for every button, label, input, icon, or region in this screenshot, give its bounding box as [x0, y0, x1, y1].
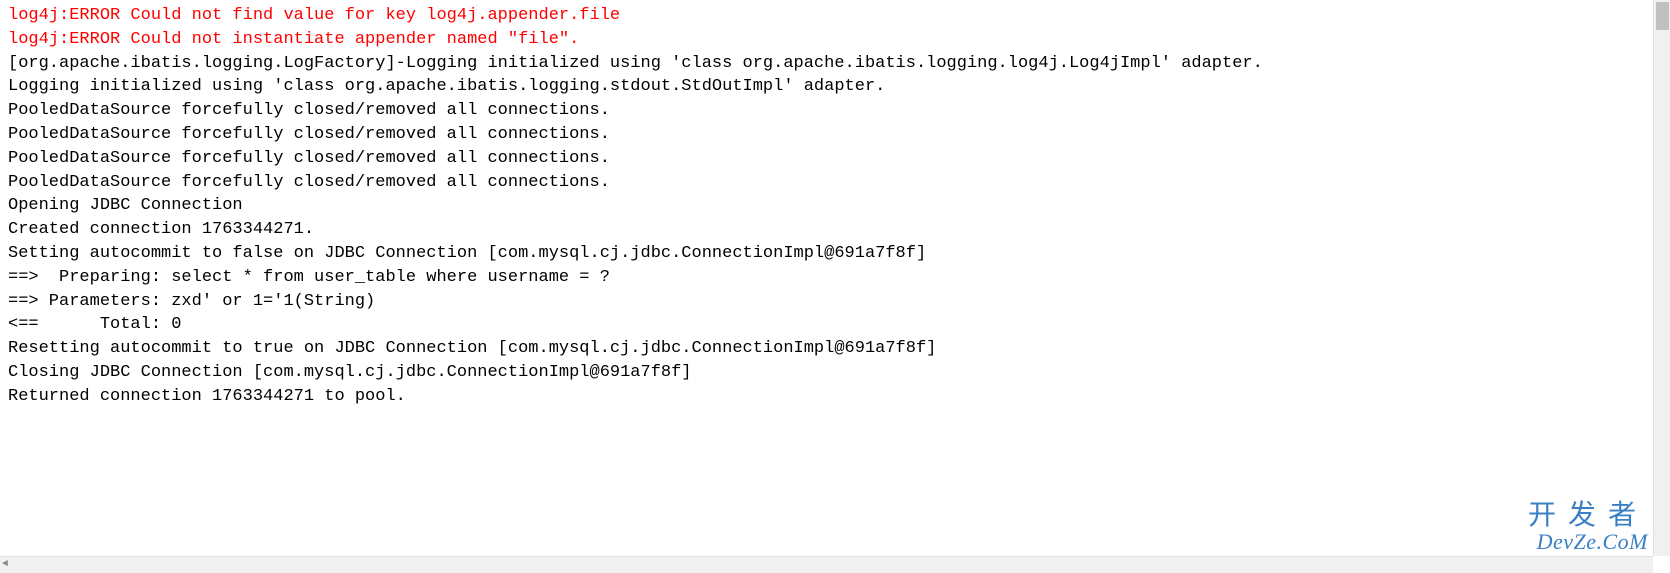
log-line: log4j:ERROR Could not instantiate append…: [8, 28, 1662, 52]
log-line: Logging initialized using 'class org.apa…: [8, 75, 1662, 99]
log-line: Created connection 1763344271.: [8, 218, 1662, 242]
console-output: log4j:ERROR Could not find value for key…: [0, 0, 1670, 573]
log-line: ==> Parameters: zxd' or 1='1(String): [8, 290, 1662, 314]
log-line: Returned connection 1763344271 to pool.: [8, 385, 1662, 409]
scrollbar-vertical[interactable]: [1653, 0, 1670, 556]
log-line: PooledDataSource forcefully closed/remov…: [8, 147, 1662, 171]
scrollbar-horizontal[interactable]: ◄: [0, 556, 1653, 573]
log-line: PooledDataSource forcefully closed/remov…: [8, 171, 1662, 195]
log-line: Opening JDBC Connection: [8, 194, 1662, 218]
log-line: log4j:ERROR Could not find value for key…: [8, 4, 1662, 28]
log-line: Resetting autocommit to true on JDBC Con…: [8, 337, 1662, 361]
scrollbar-thumb[interactable]: [1656, 2, 1669, 30]
log-line: <== Total: 0: [8, 313, 1662, 337]
log-line: PooledDataSource forcefully closed/remov…: [8, 99, 1662, 123]
log-line: [org.apache.ibatis.logging.LogFactory]-L…: [8, 52, 1662, 76]
log-line: ==> Preparing: select * from user_table …: [8, 266, 1662, 290]
log-line: Closing JDBC Connection [com.mysql.cj.jd…: [8, 361, 1662, 385]
scroll-left-icon[interactable]: ◄: [2, 558, 8, 572]
log-line: PooledDataSource forcefully closed/remov…: [8, 123, 1662, 147]
log-line: Setting autocommit to false on JDBC Conn…: [8, 242, 1662, 266]
